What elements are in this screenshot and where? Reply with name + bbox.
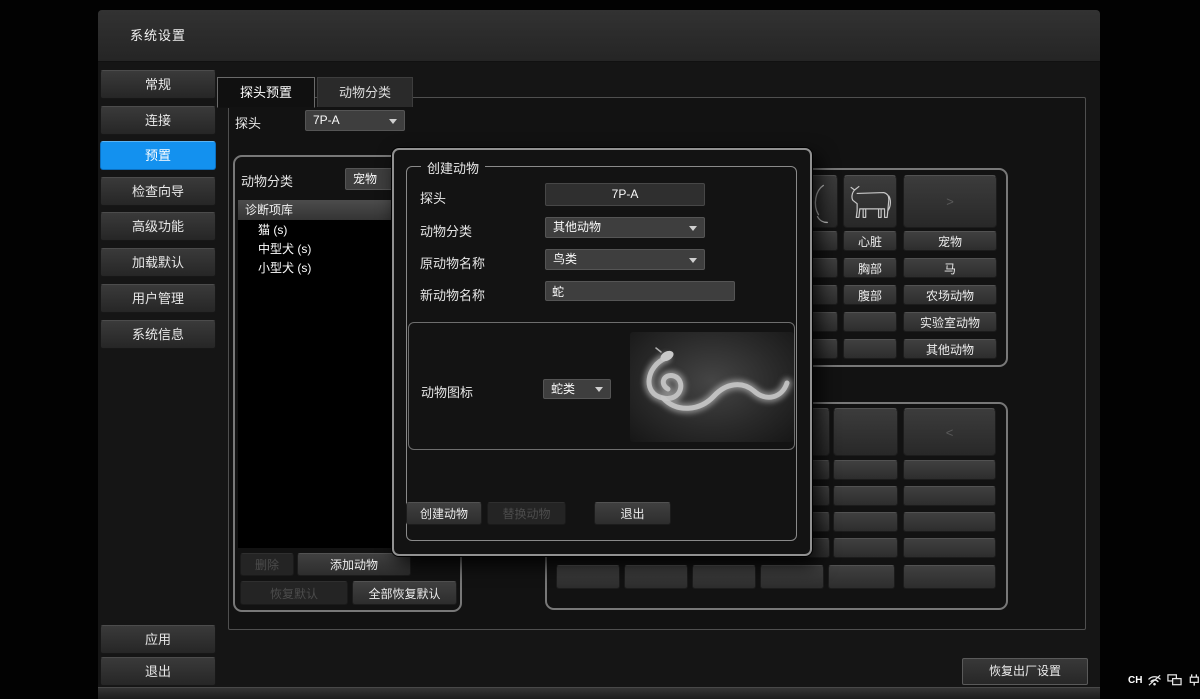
- delete-animal-button[interactable]: 删除: [240, 553, 294, 576]
- dialog-orig-name-label: 原动物名称: [420, 253, 485, 272]
- grid-button[interactable]: [828, 565, 895, 589]
- sidebar-item-system-info[interactable]: 系统信息: [100, 320, 216, 349]
- dialog-new-name-label: 新动物名称: [420, 285, 485, 304]
- network-icon[interactable]: [1147, 673, 1162, 687]
- dialog-category-value: 其他动物: [553, 220, 601, 234]
- chevron-down-icon: [595, 387, 603, 392]
- dialog-replace-button[interactable]: 替换动物: [487, 502, 566, 525]
- cow-icon-button[interactable]: [843, 175, 897, 228]
- window-bottom-strip: [98, 687, 1100, 699]
- animal-preview-image: [630, 332, 794, 442]
- category-prev-button[interactable]: <: [903, 408, 996, 456]
- grid-button[interactable]: [903, 538, 996, 558]
- chevron-down-icon: [689, 226, 697, 231]
- apply-button[interactable]: 应用: [100, 625, 216, 654]
- grid-button[interactable]: [903, 460, 996, 480]
- title-bar: 系统设置: [98, 10, 1100, 62]
- sidebar-item-user-management[interactable]: 用户管理: [100, 284, 216, 313]
- animal-icon-group: 动物图标 蛇类: [408, 322, 795, 450]
- dialog-new-name-input[interactable]: [545, 281, 735, 301]
- category-button-pet[interactable]: 宠物: [903, 231, 997, 251]
- dialog-icon-value: 蛇类: [551, 382, 575, 396]
- tab-probe-preset[interactable]: 探头预置: [217, 77, 315, 108]
- grid-button[interactable]: [692, 565, 756, 589]
- exam-part-button-chest[interactable]: 胸部: [843, 258, 897, 278]
- sidebar-item-load-default[interactable]: 加载默认: [100, 248, 216, 277]
- category-button-horse[interactable]: 马: [903, 258, 997, 278]
- grid-button[interactable]: [903, 486, 996, 506]
- cow-icon: [846, 182, 894, 222]
- animal-icon-button[interactable]: [833, 408, 898, 456]
- dialog-title: 创建动物: [421, 158, 485, 177]
- dialog-probe-value: 7P-A: [545, 183, 705, 206]
- language-indicator: CH: [1128, 675, 1142, 686]
- grid-button[interactable]: [624, 565, 688, 589]
- grid-button[interactable]: [833, 486, 898, 506]
- grid-button[interactable]: [760, 565, 824, 589]
- sidebar-item-general[interactable]: 常规: [100, 70, 216, 99]
- sidebar-item-advanced[interactable]: 高级功能: [100, 212, 216, 241]
- exam-part-button[interactable]: [843, 339, 897, 359]
- tab-animal-category[interactable]: 动物分类: [317, 77, 413, 107]
- dialog-category-label: 动物分类: [420, 221, 472, 240]
- dual-display-icon[interactable]: [1167, 673, 1182, 687]
- sidebar-item-preset[interactable]: 预置: [100, 141, 216, 170]
- dialog-icon-dropdown[interactable]: 蛇类: [543, 379, 611, 399]
- dialog-exit-button[interactable]: 退出: [594, 502, 671, 525]
- dialog-orig-name-dropdown[interactable]: 鸟类: [545, 249, 705, 270]
- grid-button[interactable]: [903, 512, 996, 532]
- dialog-icon-label: 动物图标: [421, 382, 473, 401]
- exit-button[interactable]: 退出: [100, 657, 216, 686]
- animal-category-label: 动物分类: [241, 171, 293, 190]
- create-animal-dialog: 创建动物 探头 7P-A 动物分类 其他动物 原动物名称 鸟类 新动物名称 动物…: [392, 148, 812, 556]
- probe-dropdown-value: 7P-A: [313, 113, 340, 127]
- add-animal-button[interactable]: 添加动物: [297, 553, 411, 576]
- exam-part-button-heart[interactable]: 心脏: [843, 231, 897, 251]
- restore-all-default-button[interactable]: 全部恢复默认: [352, 581, 457, 605]
- dialog-orig-name-value: 鸟类: [553, 252, 577, 266]
- grid-button[interactable]: [833, 512, 898, 532]
- category-button-other[interactable]: 其他动物: [903, 339, 997, 359]
- status-icon-tray: CH: [1128, 670, 1200, 690]
- probe-dropdown[interactable]: 7P-A: [305, 110, 405, 131]
- usb-device-icon[interactable]: [1187, 673, 1200, 687]
- dialog-create-button[interactable]: 创建动物: [406, 502, 482, 525]
- screen: 系统设置 常规 连接 预置 检查向导 高级功能 加载默认 用户管理 系统信息 应…: [0, 0, 1200, 699]
- grid-button[interactable]: [903, 565, 996, 589]
- category-button-farm[interactable]: 农场动物: [903, 285, 997, 305]
- restore-default-button[interactable]: 恢复默认: [240, 581, 348, 605]
- dialog-category-dropdown[interactable]: 其他动物: [545, 217, 705, 238]
- sidebar-item-exam-wizard[interactable]: 检查向导: [100, 177, 216, 206]
- exam-part-button[interactable]: [843, 312, 897, 332]
- probe-label: 探头: [235, 113, 261, 132]
- grid-button[interactable]: [833, 460, 898, 480]
- exam-part-button-abdomen[interactable]: 腹部: [843, 285, 897, 305]
- animal-category-value: 宠物: [353, 172, 377, 186]
- grid-button[interactable]: [556, 565, 620, 589]
- sidebar-item-connection[interactable]: 连接: [100, 106, 216, 135]
- chevron-down-icon: [389, 119, 397, 124]
- snake-icon: [630, 332, 794, 442]
- factory-reset-button[interactable]: 恢复出厂设置: [962, 658, 1088, 685]
- category-button-lab[interactable]: 实验室动物: [903, 312, 997, 332]
- chevron-down-icon: [689, 258, 697, 263]
- window-title: 系统设置: [130, 10, 186, 62]
- grid-button[interactable]: [833, 538, 898, 558]
- category-next-button[interactable]: >: [903, 175, 997, 228]
- dialog-probe-label: 探头: [420, 188, 446, 207]
